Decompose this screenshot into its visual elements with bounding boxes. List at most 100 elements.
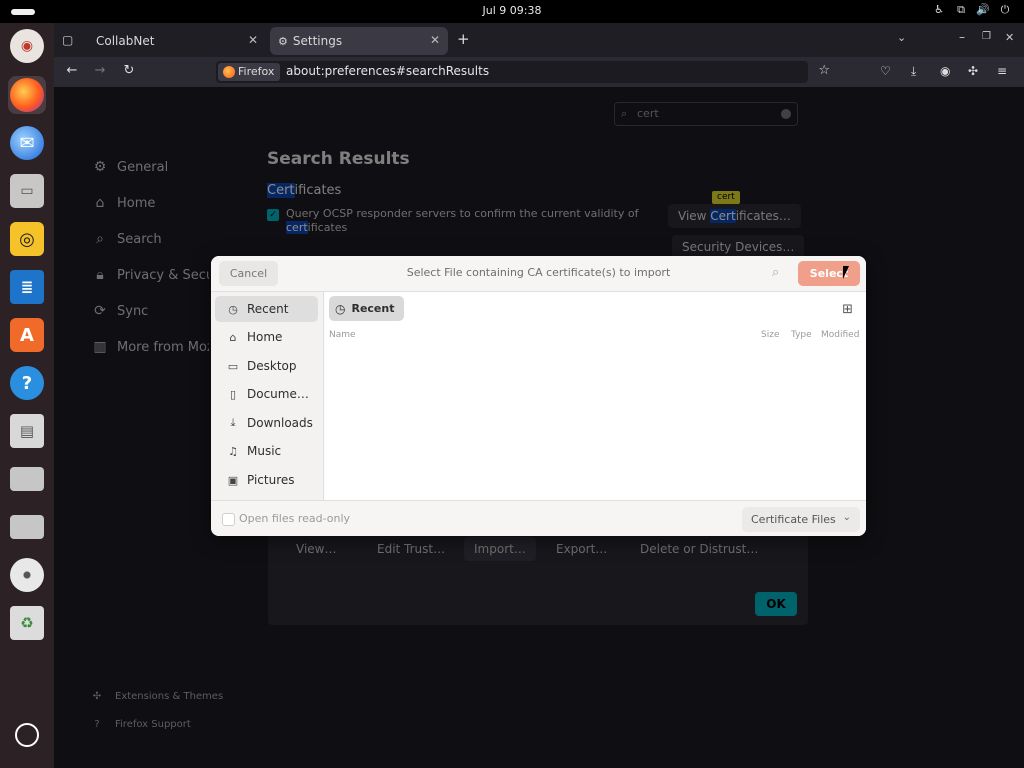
dock-drive-2[interactable] [8,508,46,546]
dock-rhythmbox[interactable]: ◎ [8,220,46,258]
dock-save[interactable]: ▤ [8,412,46,450]
desktop-icon: ▭ [227,359,239,373]
chevron-down-icon[interactable]: ⌄ [897,31,906,44]
accessibility-icon[interactable]: ♿ [932,3,946,17]
drive-icon [10,515,44,539]
place-label: Pictures [247,473,295,487]
nav-bar: ← → ↻ Firefox about:preferences#searchRe… [54,57,1024,87]
tab-settings[interactable]: ⚙ Settings ✕ [270,27,448,55]
download-icon[interactable]: ⤓ [911,64,916,79]
place-label: Downloads [247,416,313,430]
drive-icon [10,467,44,491]
read-only-checkbox[interactable] [222,513,235,526]
place-music[interactable]: ♫ Music [215,438,318,464]
download-icon: ⤓ [230,416,236,429]
column-type[interactable]: Type [791,330,812,340]
close-icon[interactable]: ✕ [248,33,258,47]
dialog-header: Cancel Select File containing CA certifi… [211,256,866,292]
home-icon: ⌂ [229,330,237,344]
place-home[interactable]: ⌂ Home [215,324,318,350]
url-bar[interactable]: Firefox about:preferences#searchResults … [216,61,830,83]
tab-label: Settings [292,34,343,48]
file-filter-dropdown[interactable]: Certificate Files ⌄ [742,507,860,532]
thunderbird-icon: ✉ [10,126,44,160]
back-button[interactable]: ← [63,63,81,78]
volume-icon[interactable]: 🔊 [976,3,990,17]
floppy-icon: ▤ [10,414,44,448]
close-icon[interactable]: ✕ [430,33,440,47]
place-recent[interactable]: ◷ Recent [215,296,318,322]
maximize-button[interactable]: ❐ [982,31,991,42]
writer-icon: ≣ [10,270,44,304]
installer-icon: ◉ [10,29,44,63]
place-label: Recent [247,302,289,316]
gear-icon: ⚙ [278,34,288,48]
forward-button[interactable]: → [91,63,109,78]
place-downloads[interactable]: ⤓ Downloads [215,410,318,436]
files-icon: ▭ [10,174,44,208]
tab-strip: ▢ CollabNet ✕ ⚙ Settings ✕ + ⌄ – ❐ ✕ [54,23,1024,57]
minimize-button[interactable]: – [959,30,965,44]
column-modified[interactable]: Modified [821,330,859,340]
identity-chip[interactable]: Firefox [218,63,281,81]
rhythmbox-icon: ◎ [10,222,44,256]
tab-label: CollabNet [96,34,155,48]
dock: ◉ ✉ ▭ ◎ ≣ A ? ▤ ♻ [0,23,54,768]
dock-files[interactable]: ▭ [8,172,46,210]
dock-app-center[interactable]: A [8,316,46,354]
show-apps-button[interactable] [8,716,46,754]
grid-view-icon[interactable]: ⊞ [842,302,853,317]
app-center-icon: A [10,318,44,352]
place-documents[interactable]: ▯ Docume… [215,381,318,407]
close-window-button[interactable]: ✕ [1005,31,1014,44]
dock-trash[interactable]: ♻ [8,604,46,642]
place-desktop[interactable]: ▭ Desktop [215,353,318,379]
file-chooser-dialog: Cancel Select File containing CA certifi… [211,256,866,536]
search-icon[interactable]: ⌕ [772,265,779,280]
filter-value: Certificate Files [751,513,836,526]
column-size[interactable]: Size [761,330,779,340]
dock-writer[interactable]: ≣ [8,268,46,306]
dock-disc[interactable] [8,556,46,594]
place-label: Docume… [247,387,309,401]
network-icon[interactable]: ⧉ [954,3,968,17]
dialog-title: Select File containing CA certificate(s)… [406,266,671,279]
dock-installer[interactable]: ◉ [8,27,46,65]
clock-icon: ◷ [335,301,346,316]
dock-help[interactable]: ? [8,364,46,402]
cancel-button[interactable]: Cancel [219,261,278,286]
tab-overview-icon[interactable]: ▢ [62,33,73,47]
breadcrumb[interactable]: ◷ Recent [329,296,404,321]
help-icon: ? [10,366,44,400]
breadcrumb-label: Recent [351,302,395,315]
system-tray[interactable]: ♿ ⧉ 🔊 ⏻ [932,3,1012,17]
dock-thunderbird[interactable]: ✉ [8,124,46,162]
url-text[interactable]: about:preferences#searchResults [286,64,489,78]
menu-icon[interactable]: ≡ [997,64,1007,78]
tab-collabnet[interactable]: CollabNet ✕ [88,27,266,55]
top-bar: Jul 9 09:38 ♿ ⧉ 🔊 ⏻ [0,0,1024,23]
bookmark-star-icon[interactable]: ☆ [818,63,830,78]
chevron-down-icon: ⌄ [842,512,851,523]
column-name[interactable]: Name [329,330,356,340]
dialog-footer: Open files read-only Certificate Files ⌄ [211,500,866,536]
clock-icon: ◷ [228,302,238,316]
desktop: Jul 9 09:38 ♿ ⧉ 🔊 ⏻ ◉ ✉ ▭ ◎ ≣ A ? ▤ ♻ ▢ … [0,0,1024,768]
dock-firefox[interactable] [8,76,46,114]
place-label: Home [247,330,283,344]
reload-button[interactable]: ↻ [120,63,138,78]
place-pictures[interactable]: ▣ Pictures [215,467,318,493]
pocket-icon[interactable]: ♡ [880,64,891,78]
account-icon[interactable]: ◉ [940,64,950,78]
dock-drive-1[interactable] [8,460,46,498]
clock[interactable]: Jul 9 09:38 [0,4,1024,17]
new-tab-button[interactable]: + [457,30,470,48]
disc-icon [10,558,44,592]
power-icon[interactable]: ⏻ [998,3,1012,17]
picture-icon: ▣ [227,473,239,487]
trash-icon: ♻ [10,606,44,640]
file-list: ◷ Recent ⊞ Name Size Type Modified [325,292,866,500]
places-sidebar: ◷ Recent ⌂ Home ▭ Desktop ▯ Docume… ⤓ Do… [211,292,324,500]
extensions-icon[interactable]: ✣ [968,64,978,78]
ubuntu-logo-icon [15,723,39,747]
